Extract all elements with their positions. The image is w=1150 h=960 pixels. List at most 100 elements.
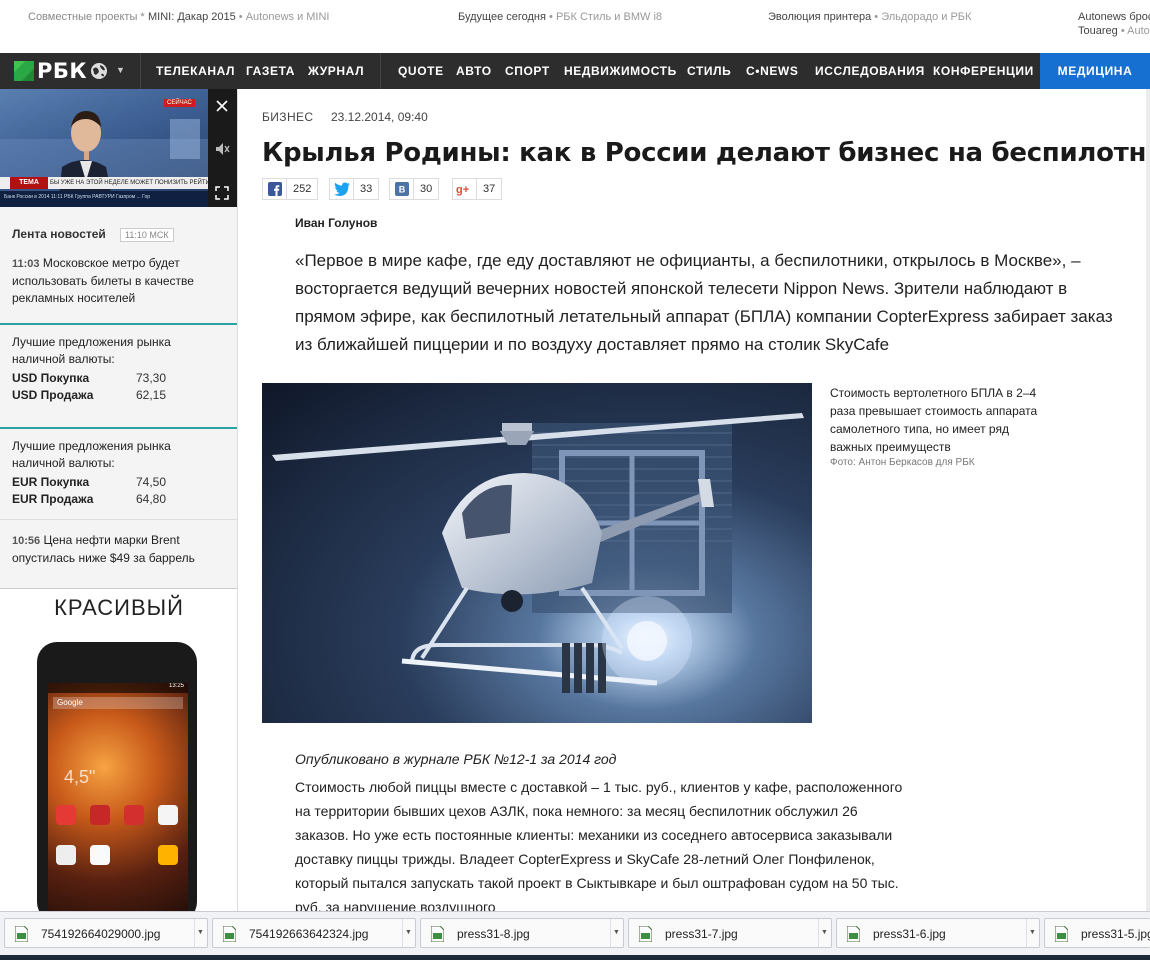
ad-phone-screen: 13:25 Google 4,5" <box>48 683 188 911</box>
news-item[interactable]: 10:56 Цена нефти марки Brent опустилась … <box>12 532 227 567</box>
nav-item-realty[interactable]: НЕДВИЖИМОСТЬ <box>564 53 677 89</box>
svg-text:g+: g+ <box>456 184 469 196</box>
article-body: Стоимость любой пиццы вместе с доставкой… <box>295 779 903 911</box>
eur-buy-label-text: EUR Покупка <box>12 475 90 489</box>
nav-item-medicine[interactable]: МЕДИЦИНА <box>1040 53 1150 89</box>
download-filename: press31-7.jpg <box>665 927 738 941</box>
language-dropdown-chevron-icon[interactable]: ▼ <box>116 65 125 75</box>
news-feed-title[interactable]: Лента новостей <box>12 227 106 241</box>
article-author[interactable]: Иван Голунов <box>295 216 377 230</box>
share-facebook-button[interactable]: 252 <box>262 178 319 200</box>
usd-sell-label: USD Продажа <box>12 388 93 402</box>
partner-link-title: MINI: Дакар 2015 <box>148 11 236 23</box>
partner-link-touareg[interactable]: Touareg • Auto <box>1078 25 1150 37</box>
share-vk-button[interactable]: B 30 <box>389 178 440 200</box>
article: БИЗНЕС 23.12.2014, 09:40 Крылья Родины: … <box>238 89 1150 911</box>
nav-item-conferences[interactable]: КОНФЕРЕНЦИИ <box>933 53 1034 89</box>
download-filename: 754192663642324.jpg <box>249 927 369 941</box>
download-filename: press31-8.jpg <box>457 927 530 941</box>
image-file-icon <box>223 926 236 942</box>
rbc-logo-icon[interactable] <box>14 61 34 81</box>
partner-link-printer[interactable]: Эволюция принтера • Эльдорадо и РБК <box>768 11 971 23</box>
article-title: Крылья Родины: как в России делают бизне… <box>262 138 1150 168</box>
nav-item-style[interactable]: СТИЛЬ <box>687 53 731 89</box>
news-item-time: 11:03 <box>12 258 40 270</box>
facebook-icon <box>263 179 287 199</box>
article-category[interactable]: БИЗНЕС <box>262 110 313 124</box>
news-item[interactable]: 11:03 Московское метро будет использоват… <box>12 255 227 307</box>
globe-icon[interactable] <box>90 62 108 80</box>
download-item[interactable]: 754192664029000.jpg ▼ <box>4 918 208 948</box>
partner-link-title: Будущее сегодня <box>458 11 546 23</box>
usd-sell-value: 62,15 <box>136 388 167 402</box>
download-item[interactable]: 754192663642324.jpg ▼ <box>212 918 416 948</box>
download-menu-chevron-icon[interactable]: ▼ <box>194 919 206 947</box>
download-menu-chevron-icon[interactable]: ▼ <box>818 919 830 947</box>
helicopter-drone-photo <box>272 413 804 693</box>
share-count: 252 <box>293 183 312 195</box>
nav-divider <box>380 53 381 89</box>
live-badge: СЕЙЧАС <box>164 99 195 107</box>
nav-item-sport[interactable]: СПОРТ <box>505 53 550 89</box>
download-item[interactable]: press31-5.jpg <box>1044 918 1150 948</box>
section-divider <box>0 323 237 325</box>
partner-link-source: РБК Стиль и BMW i8 <box>555 11 663 23</box>
mute-icon[interactable] <box>213 140 231 158</box>
nav-item-cnews[interactable]: C•NEWS <box>746 53 798 89</box>
nav-item-quote[interactable]: QUOTE <box>398 53 444 89</box>
eur-sell-label: EUR Продажа <box>12 492 93 506</box>
image-file-icon <box>1055 926 1068 942</box>
download-item[interactable]: press31-6.jpg ▼ <box>836 918 1040 948</box>
nav-item-newspaper[interactable]: ГАЗЕТА <box>246 53 295 89</box>
os-taskbar <box>0 955 1150 960</box>
partner-link-source: Эльдорадо и РБК <box>881 11 972 23</box>
share-googleplus-button[interactable]: g+ 37 <box>452 178 503 200</box>
rbc-logo-text[interactable]: РБК <box>37 59 87 83</box>
share-count: 30 <box>420 183 433 195</box>
ad-phone-clock: 13:25 <box>48 683 188 693</box>
tv-app-icon <box>124 805 144 825</box>
partner-link-title: Touareg <box>1078 25 1118 37</box>
ad-phone-search: Google <box>53 697 183 709</box>
photo-credit: Фото: Антон Беркасов для РБК <box>830 457 975 468</box>
download-item[interactable]: press31-7.jpg ▼ <box>628 918 832 948</box>
nav-item-tv[interactable]: ТЕЛЕКАНАЛ <box>156 53 235 89</box>
live-video-player[interactable]: СЕЙЧАС БЫ УЖЕ НА ЭТОЙ НЕДЕЛЕ МОЖЕТ ПОНИЗ… <box>0 89 237 207</box>
partner-link-future[interactable]: Будущее сегодня • РБК Стиль и BMW i8 <box>458 11 662 23</box>
nav-item-auto[interactable]: АВТО <box>456 53 492 89</box>
download-menu-chevron-icon[interactable]: ▼ <box>610 919 622 947</box>
partner-projects-bar: Совместные проекты * MINI: Дакар 2015 • … <box>0 0 1150 52</box>
eur-sell-value: 64,80 <box>136 492 167 506</box>
download-menu-chevron-icon[interactable]: ▼ <box>402 919 414 947</box>
partner-link-mini[interactable]: MINI: Дакар 2015 • Autonews и MINI <box>148 11 330 23</box>
section-divider <box>0 427 237 429</box>
left-sidebar: СЕЙЧАС БЫ УЖЕ НА ЭТОЙ НЕДЕЛЕ МОЖЕТ ПОНИЗ… <box>0 89 238 911</box>
svg-text:B: B <box>398 185 405 195</box>
usd-sell-label-text: USD Продажа <box>12 388 94 402</box>
eur-buy-value: 74,50 <box>136 475 167 489</box>
close-icon[interactable] <box>213 97 231 115</box>
eur-rates-heading: Лучшие предложения рынка наличной валюты… <box>12 439 171 470</box>
partner-link-touareg-line1[interactable]: Autonews броси <box>1078 11 1150 23</box>
news-feed-time-badge: 11:10 МСК <box>120 228 174 242</box>
nav-item-magazine[interactable]: ЖУРНАЛ <box>308 53 364 89</box>
eur-sell-label-text: EUR Продажа <box>12 492 94 506</box>
nav-item-research[interactable]: ИССЛЕДОВАНИЯ <box>815 53 925 89</box>
share-count: 33 <box>360 183 373 195</box>
phone-advertisement[interactable]: КРАСИВЫЙ 13:25 Google 4,5" <box>0 588 237 911</box>
page-scrollbar[interactable] <box>1146 89 1150 911</box>
video-screen[interactable]: СЕЙЧАС БЫ УЖЕ НА ЭТОЙ НЕДЕЛЕ МОЖЕТ ПОНИЗ… <box>0 89 208 207</box>
fullscreen-icon[interactable] <box>213 184 231 202</box>
usd-buy-label: USD Покупка <box>12 371 89 385</box>
partner-link-source: Auto <box>1127 25 1150 37</box>
play-app-icon <box>56 845 76 865</box>
share-twitter-button[interactable]: 33 <box>329 178 380 200</box>
download-menu-chevron-icon[interactable]: ▼ <box>1026 919 1038 947</box>
eur-buy-label: EUR Покупка <box>12 475 89 489</box>
news-item-text: Цена нефти марки Brent опустилась ниже $… <box>12 533 195 565</box>
ad-phone-size: 4,5" <box>64 767 96 787</box>
article-photo[interactable] <box>262 383 812 723</box>
download-item[interactable]: press31-8.jpg ▼ <box>420 918 624 948</box>
image-file-icon <box>431 926 444 942</box>
main-navbar: РБК ▼ ТЕЛЕКАНАЛ ГАЗЕТА ЖУРНАЛ QUOTE АВТО… <box>0 53 1150 89</box>
